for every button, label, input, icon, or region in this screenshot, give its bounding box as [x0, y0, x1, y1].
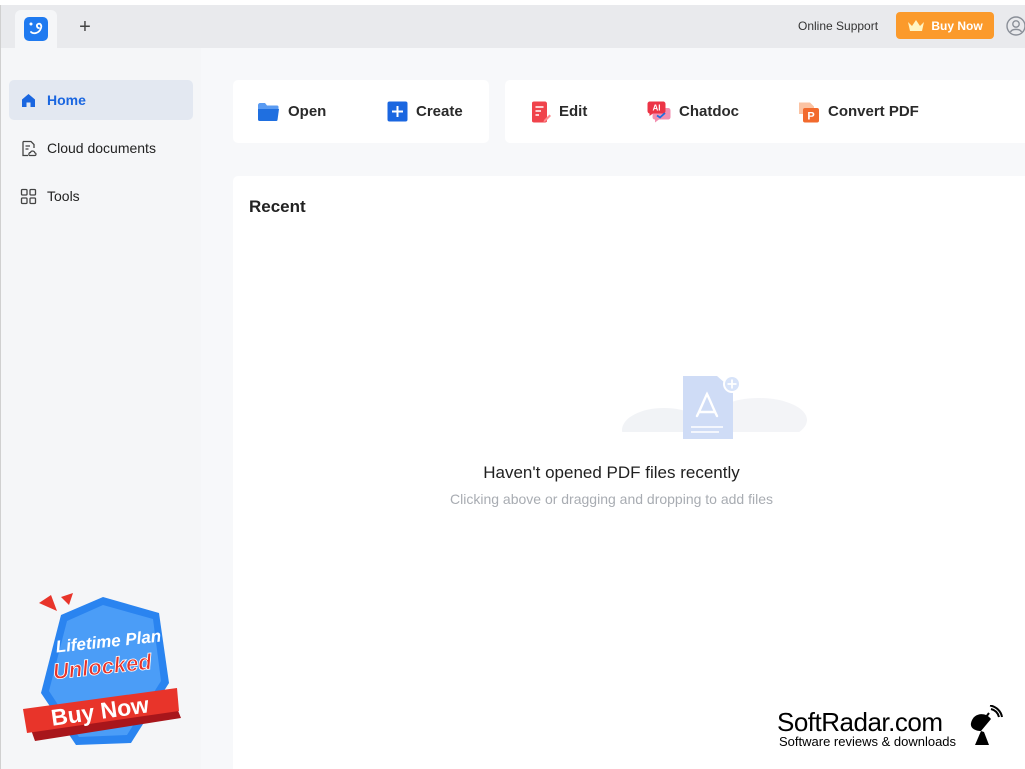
chatdoc-label: Chatdoc: [679, 103, 739, 120]
crown-icon: [908, 19, 925, 31]
convert-badge-text: P: [807, 110, 814, 122]
title-bar: + Online Support Buy Now: [1, 5, 1025, 48]
satellite-dish-icon: [970, 705, 1003, 745]
chatdoc-button[interactable]: AI Chatdoc: [647, 80, 739, 143]
ai-chat-icon: AI: [647, 101, 671, 122]
empty-state-title: Haven't opened PDF files recently: [483, 463, 740, 482]
folder-open-icon: [258, 102, 279, 121]
convert-pdf-button[interactable]: P Convert PDF: [798, 80, 919, 143]
sidebar-item-label: Home: [47, 92, 86, 108]
app-window: + Online Support Buy Now Home Cloud docu…: [0, 5, 1025, 769]
convert-pdf-label: Convert PDF: [828, 103, 919, 120]
recent-panel: Recent Haven't opened PDF files recently…: [233, 176, 1025, 769]
open-label: Open: [288, 103, 327, 120]
add-tab-button[interactable]: +: [75, 17, 95, 37]
home-tab[interactable]: [15, 10, 57, 48]
online-support-link[interactable]: Online Support: [798, 19, 878, 33]
lifetime-plan-promo[interactable]: Lifetime Plan Unlocked Buy Now: [21, 593, 186, 753]
ai-badge-text: AI: [653, 103, 661, 112]
create-button[interactable]: Create: [387, 80, 463, 143]
cloud-document-icon: [22, 140, 37, 156]
sidebar-item-label: Tools: [47, 188, 80, 204]
home-icon: [22, 93, 35, 107]
sidebar-item-label: Cloud documents: [47, 140, 156, 156]
recent-title: Recent: [249, 197, 306, 216]
create-label: Create: [416, 103, 463, 120]
sidebar-item-tools[interactable]: Tools: [9, 176, 193, 216]
convert-ppt-icon: P: [799, 102, 819, 122]
softradar-watermark: SoftRadar.com Software reviews & downloa…: [777, 705, 1017, 752]
buy-now-button[interactable]: Buy Now: [896, 12, 994, 39]
edit-label: Edit: [559, 103, 588, 120]
tool-actions-card: Edit AI Chatdoc P Convert PDF: [505, 80, 1025, 143]
buy-now-label: Buy Now: [931, 18, 983, 33]
app-logo-icon: [24, 17, 48, 41]
sidebar: Home Cloud documents Tools Lifetime Plan…: [1, 48, 201, 769]
user-avatar-icon[interactable]: [1006, 16, 1025, 36]
sidebar-item-cloud-documents[interactable]: Cloud documents: [9, 128, 193, 168]
watermark-subtitle: Software reviews & downloads: [779, 734, 957, 749]
file-actions-card: Open Create: [233, 80, 489, 143]
sidebar-item-home[interactable]: Home: [9, 80, 193, 120]
tools-grid-icon: [20, 188, 37, 204]
open-button[interactable]: Open: [257, 80, 326, 143]
edit-document-icon: [532, 101, 551, 122]
empty-pdf-illustration-icon: [619, 372, 809, 452]
plus-square-icon: [387, 101, 408, 122]
edit-button[interactable]: Edit: [531, 80, 587, 143]
empty-state-subtitle: Clicking above or dragging and dropping …: [450, 491, 773, 507]
